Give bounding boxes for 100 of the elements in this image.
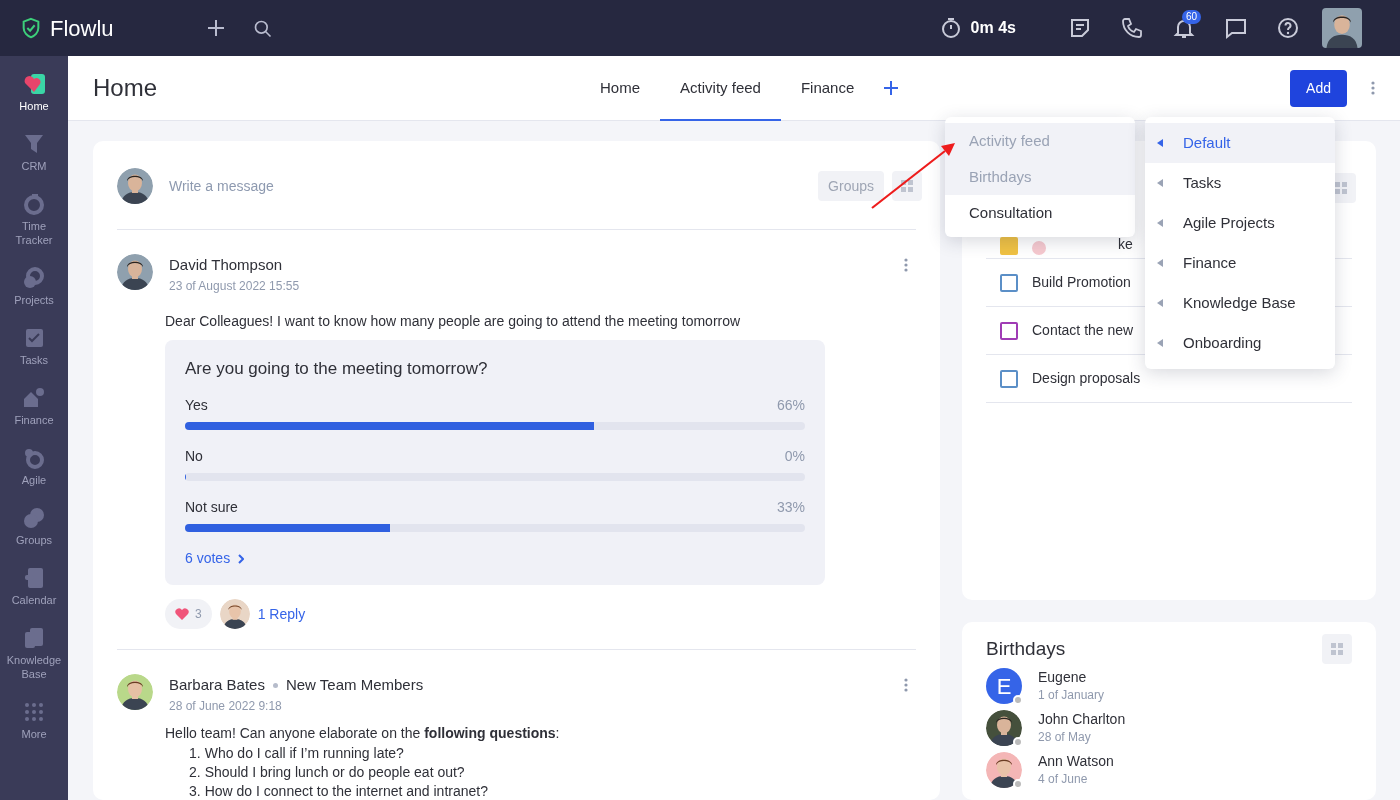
sidebar-item[interactable]: More [0, 696, 68, 756]
task-title[interactable]: Contact the new [1032, 320, 1134, 341]
avatar [219, 599, 250, 629]
logo-icon [20, 17, 42, 39]
post-text: Hello team! Can anyone elaborate on the following questions: [165, 723, 561, 743]
sidebar-item[interactable]: Agile [0, 442, 68, 502]
caret-icon [1157, 219, 1163, 227]
help-icon[interactable] [1275, 16, 1300, 40]
task-checkbox[interactable] [1000, 369, 1018, 388]
grid-icon [1331, 643, 1343, 655]
birthday-date: 1 of January [1038, 687, 1105, 704]
sidebar-item[interactable]: Finance [0, 382, 68, 442]
task-title[interactable]: ke [1118, 234, 1133, 255]
birthday-date: 4 of June [1038, 771, 1089, 788]
circles-icon [22, 506, 46, 530]
caret-icon [1157, 259, 1163, 267]
book-icon [22, 626, 46, 650]
heart-icon [175, 608, 189, 620]
avatar [117, 674, 153, 710]
avatar [117, 168, 153, 204]
more-icon[interactable] [904, 678, 908, 693]
poll-percent: 0% [784, 447, 805, 466]
tab[interactable]: Finance [780, 55, 875, 121]
page-title: Home [93, 73, 158, 103]
grid-icon [1335, 182, 1347, 194]
sidebar-item[interactable]: CRM [0, 128, 68, 188]
chevron-icon [238, 553, 245, 564]
avatar [986, 710, 1022, 746]
avatar [117, 254, 153, 290]
task-checkbox[interactable] [1000, 321, 1018, 340]
task-checkbox[interactable] [1000, 273, 1018, 292]
sidebar-item[interactable]: Groups [0, 502, 68, 562]
author-name[interactable]: Barbara Bates [169, 674, 265, 697]
menu-item[interactable]: Knowledge Base [1145, 283, 1335, 323]
post-date: 23 of August 2022 15:55 [169, 277, 300, 295]
calendar-icon [22, 566, 46, 590]
poll-question: Are you going to the meeting tomorrow? [185, 357, 489, 380]
more-icon[interactable] [1371, 81, 1375, 95]
notification-badge: 60 [1181, 10, 1202, 24]
phone-icon[interactable] [1119, 16, 1144, 40]
sidebar-item[interactable]: Calendar [0, 562, 68, 622]
poll-percent: 66% [776, 396, 805, 415]
sidebar-item[interactable]: Home [0, 68, 68, 128]
sidebar-item[interactable]: Knowledge Base [0, 622, 68, 696]
post-date: 28 of June 2022 9:18 [169, 697, 283, 715]
avatar [986, 752, 1022, 788]
poll-option: Not sure [185, 497, 238, 518]
widget-button[interactable] [892, 171, 922, 201]
chat-icon[interactable] [1223, 16, 1248, 40]
list-number: 1. [189, 743, 201, 763]
caret-icon [1157, 139, 1163, 147]
list-number: 3. [189, 781, 201, 800]
sidebar-item[interactable]: Time Tracker [0, 188, 68, 262]
caret-icon [1157, 339, 1163, 347]
menu-item[interactable]: Tasks [1145, 163, 1335, 203]
menu-item[interactable]: Finance [1145, 243, 1335, 283]
menu-item[interactable]: Agile Projects [1145, 203, 1335, 243]
task-title[interactable]: Design proposals [1032, 368, 1141, 389]
list-item: Should I bring lunch or do people eat out? [204, 762, 465, 782]
author-name[interactable]: David Thompson [169, 254, 283, 277]
caret-icon [1157, 179, 1163, 187]
person-name[interactable]: Ann Watson [1038, 752, 1114, 770]
birthday-date: 28 of May [1038, 729, 1092, 746]
reply-link[interactable]: 1 Reply [257, 603, 306, 625]
status-dot [1013, 695, 1023, 705]
dots-grid-icon [22, 700, 46, 724]
poll-option: Yes [185, 395, 208, 416]
sidebar-item[interactable]: Projects [0, 262, 68, 322]
caret-icon [1157, 299, 1163, 307]
group-name[interactable]: New Team Members [285, 674, 424, 697]
status-dot [1013, 737, 1023, 747]
menu-item[interactable]: Onboarding [1145, 323, 1335, 363]
heart-icon [22, 72, 46, 96]
stopwatch-icon [22, 192, 46, 216]
tab[interactable]: Home [580, 55, 661, 121]
avatar: E [986, 668, 1022, 704]
ring-icon [22, 446, 46, 470]
more-icon[interactable] [904, 258, 908, 273]
votes-link[interactable]: 6 votes [185, 548, 245, 569]
tab[interactable]: Activity feed [660, 55, 781, 121]
list-item: How do I connect to the internet and intranet? [204, 781, 488, 800]
dot-icon [1032, 241, 1046, 255]
add-button[interactable]: Add [1290, 69, 1347, 107]
task-checkbox[interactable] [1000, 237, 1018, 255]
list-number: 2. [189, 762, 201, 782]
menu-item[interactable]: Consultation [945, 195, 1135, 231]
search-icon[interactable] [252, 18, 273, 39]
avatar[interactable] [1321, 8, 1362, 48]
rings-icon [22, 266, 46, 290]
person-name[interactable]: John Charlton [1038, 710, 1126, 728]
sidebar-item[interactable]: Tasks [0, 322, 68, 382]
status-dot [1013, 779, 1023, 789]
house-icon [22, 386, 46, 410]
dot-separator-icon [272, 682, 278, 688]
person-name[interactable]: Eugene [1038, 668, 1105, 686]
menu-item[interactable]: Default [1145, 123, 1335, 163]
plus-icon[interactable] [882, 79, 901, 97]
poll-option: No [185, 446, 203, 467]
grid-icon [901, 180, 913, 192]
task-title[interactable]: Build Promotion [1032, 272, 1131, 293]
